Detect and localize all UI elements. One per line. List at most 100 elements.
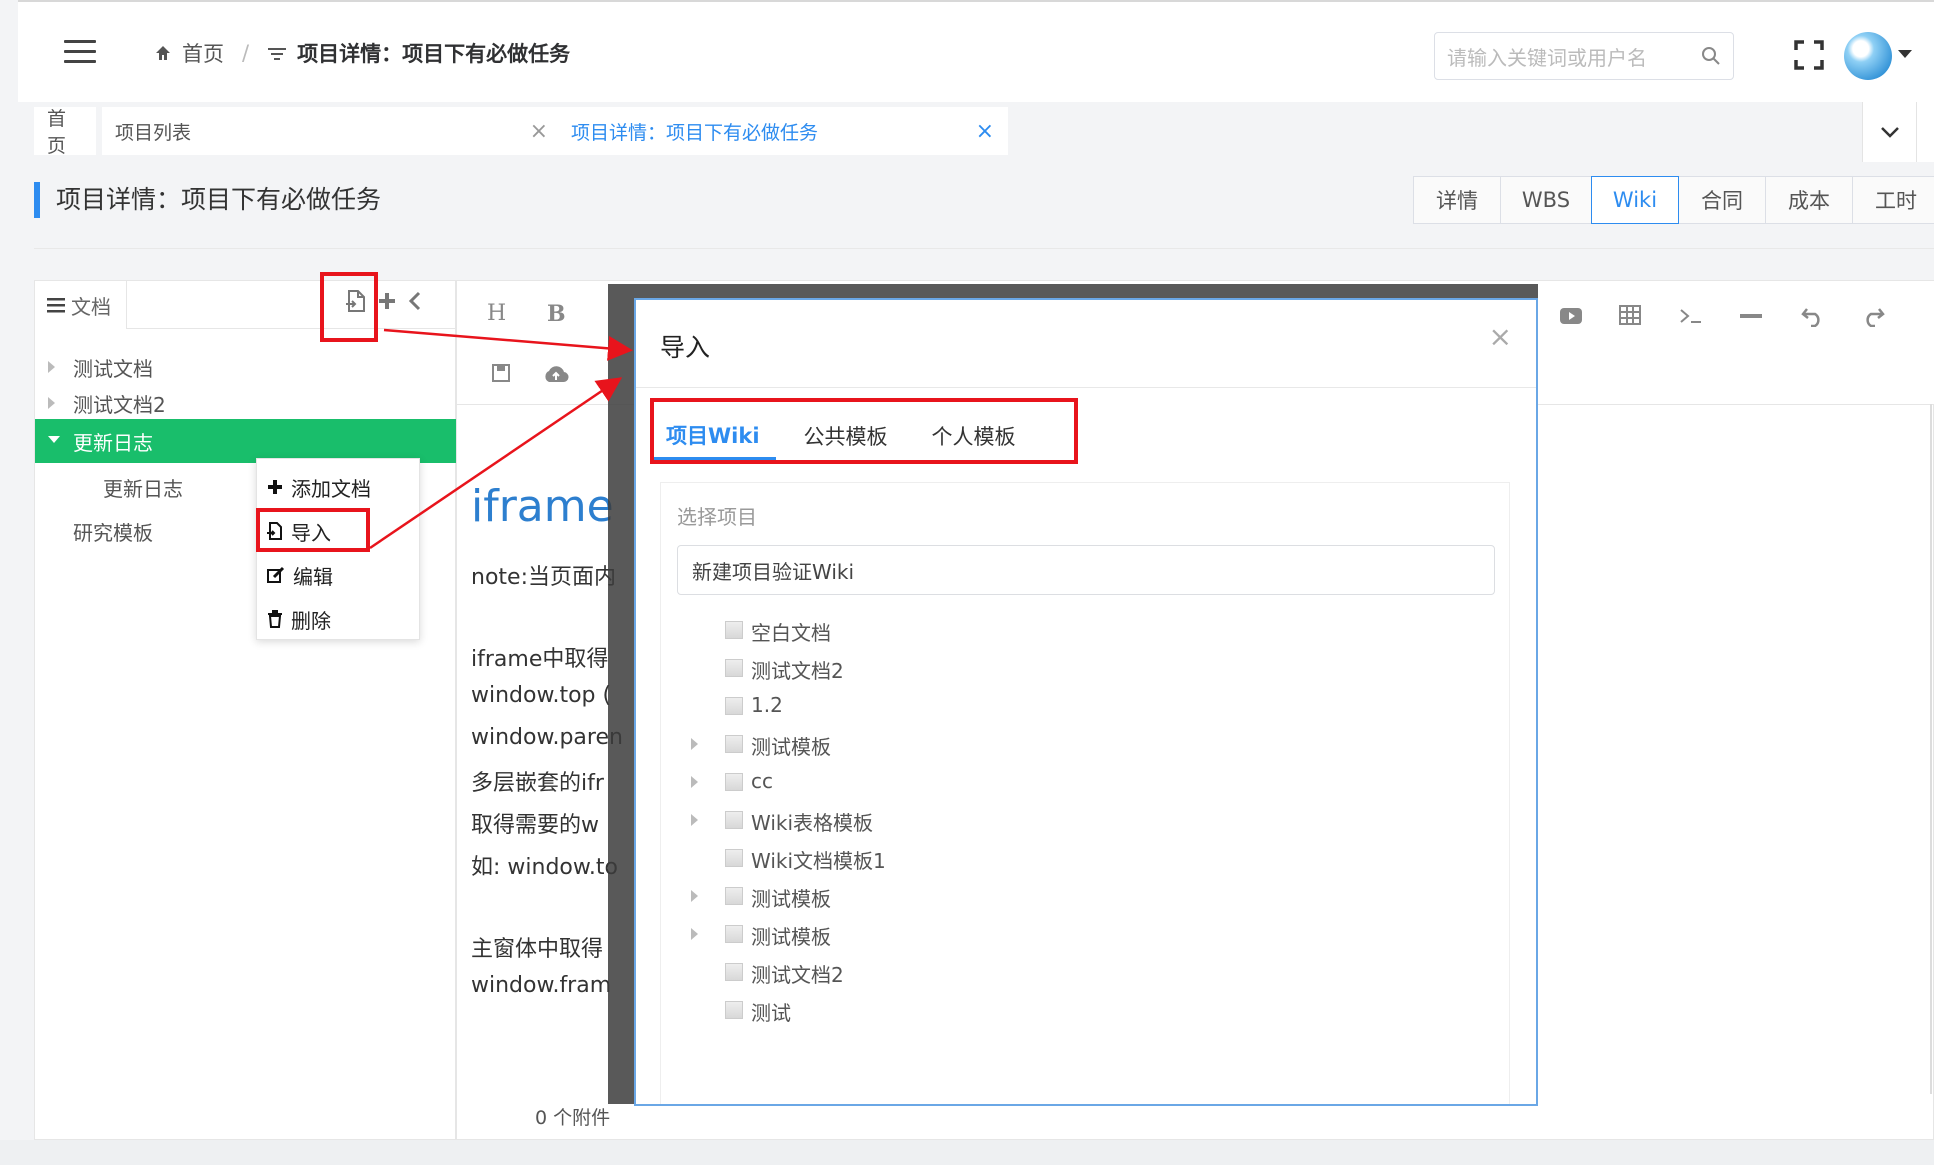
checkbox[interactable] xyxy=(725,773,743,791)
project-tabs: 详情 WBS Wiki 合同 成本 工时 xyxy=(1413,176,1934,224)
content-line: 主窗体中取得 xyxy=(471,937,604,962)
caret-right-icon[interactable] xyxy=(691,928,698,940)
caret-right-icon[interactable] xyxy=(691,738,698,750)
list-icon xyxy=(47,298,65,313)
save-icon[interactable] xyxy=(491,363,511,383)
top-header: 首页 / 项目详情：项目下有必做任务 请输入关键词或用户名 xyxy=(18,0,1934,102)
doc-tree-label: 更新日志 xyxy=(103,476,183,501)
home-icon xyxy=(156,46,170,60)
scrollbar-track[interactable] xyxy=(1930,404,1932,1094)
tree-label: 1.2 xyxy=(751,693,783,717)
content-line: note:当页面内 xyxy=(471,565,616,590)
menu-item-label: 删除 xyxy=(291,608,331,633)
checkbox[interactable] xyxy=(725,849,743,867)
caret-right-icon[interactable] xyxy=(691,814,698,826)
video-icon[interactable] xyxy=(1559,307,1583,325)
tags-more-button[interactable] xyxy=(1862,102,1916,162)
content-heading: iframe xyxy=(471,481,614,532)
attachments-count[interactable]: 0 个附件 xyxy=(535,1103,610,1130)
close-icon[interactable]: × xyxy=(976,119,994,144)
tab-wbs[interactable]: WBS xyxy=(1500,176,1592,224)
tree-label: 测试 xyxy=(751,1001,791,1025)
menu-item-edit[interactable]: 编辑 xyxy=(267,555,333,595)
tree-label: 测试文档2 xyxy=(751,963,844,987)
edit-icon xyxy=(267,566,285,583)
checkbox[interactable] xyxy=(725,697,743,715)
doc-tab[interactable]: 文档 xyxy=(35,281,127,329)
menu-item-delete[interactable]: 删除 xyxy=(267,599,331,639)
tab-cost[interactable]: 成本 xyxy=(1765,176,1853,224)
tree-label: Wiki表格模板 xyxy=(751,811,874,835)
trash-icon xyxy=(268,610,282,628)
fullscreen-icon[interactable] xyxy=(1794,40,1824,70)
breadcrumb-home[interactable]: 首页 xyxy=(182,38,224,68)
tags-settings-button[interactable] xyxy=(1916,102,1934,162)
content-line: 如: window.to xyxy=(471,855,618,880)
search-input[interactable]: 请输入关键词或用户名 xyxy=(1434,32,1734,80)
caret-right-icon[interactable] xyxy=(691,890,698,902)
tree-label: 测试文档2 xyxy=(751,659,844,683)
annotation-box-import-menu xyxy=(256,508,370,552)
tab-wiki[interactable]: Wiki xyxy=(1591,176,1679,224)
annotation-box-import-icon xyxy=(320,272,378,342)
close-icon[interactable]: × xyxy=(1489,320,1512,353)
menu-toggle-icon[interactable] xyxy=(64,40,96,64)
add-icon[interactable] xyxy=(377,291,397,311)
checkbox[interactable] xyxy=(725,963,743,981)
search-placeholder: 请输入关键词或用户名 xyxy=(1447,45,1647,70)
tree-label: 测试模板 xyxy=(751,925,831,949)
doc-tree-label: 测试文档2 xyxy=(73,392,166,417)
heading-icon[interactable]: H xyxy=(487,301,506,326)
tab-details[interactable]: 详情 xyxy=(1413,176,1501,224)
project-select[interactable]: 新建项目验证Wiki xyxy=(677,545,1495,595)
plus-icon xyxy=(268,480,282,494)
checkbox[interactable] xyxy=(725,735,743,753)
doc-tab-label: 文档 xyxy=(71,294,111,319)
search-icon[interactable] xyxy=(1701,46,1721,66)
tag-project-list[interactable]: 项目列表 × xyxy=(102,107,562,155)
content-line: window.top ( xyxy=(471,683,612,708)
terminal-icon[interactable] xyxy=(1679,307,1703,325)
page-footer xyxy=(0,1140,1934,1165)
collapse-left-icon[interactable] xyxy=(407,291,423,311)
annotation-box-modal-tabs xyxy=(650,398,1078,464)
checkbox[interactable] xyxy=(725,621,743,639)
checkbox[interactable] xyxy=(725,887,743,905)
caret-down-icon[interactable] xyxy=(48,436,60,443)
content-line: 多层嵌套的ifr xyxy=(471,771,604,796)
caret-right-icon[interactable] xyxy=(691,776,698,788)
undo-icon[interactable] xyxy=(1801,305,1825,327)
redo-icon[interactable] xyxy=(1861,305,1885,327)
tree-label: 测试模板 xyxy=(751,735,831,759)
filter-icon xyxy=(268,48,287,60)
caret-right-icon[interactable] xyxy=(48,361,55,373)
horizontal-rule-icon[interactable] xyxy=(1739,313,1763,319)
tag-project-detail[interactable]: 项目详情：项目下有必做任务 × xyxy=(558,107,1008,155)
tree-label: 测试模板 xyxy=(751,887,831,911)
select-label: 选择项目 xyxy=(677,505,757,529)
avatar[interactable] xyxy=(1844,32,1892,80)
doc-panel: 文档 测试文档 测试文档2 更新日志 更新日志 研究模板 xyxy=(34,280,457,1140)
cloud-upload-icon[interactable] xyxy=(543,365,569,383)
content-line: window.fram xyxy=(471,973,612,998)
chevron-down-icon[interactable] xyxy=(1898,50,1912,58)
doc-tree-label: 研究模板 xyxy=(73,520,153,545)
bold-icon[interactable]: B xyxy=(547,301,566,327)
doc-tree-item-selected[interactable]: 更新日志 xyxy=(35,419,457,463)
tag-home[interactable]: 首页 xyxy=(34,107,96,157)
table-icon[interactable] xyxy=(1619,305,1641,325)
checkbox[interactable] xyxy=(725,1001,743,1019)
tab-contract[interactable]: 合同 xyxy=(1678,176,1766,224)
checkbox[interactable] xyxy=(725,811,743,829)
divider xyxy=(34,248,1934,249)
checkbox[interactable] xyxy=(725,659,743,677)
content-line: 取得需要的w xyxy=(471,813,599,838)
content-line: window.paren xyxy=(471,725,623,750)
close-icon[interactable]: × xyxy=(530,119,548,144)
caret-right-icon[interactable] xyxy=(48,397,55,409)
menu-item-add-doc[interactable]: 添加文档 xyxy=(267,467,371,507)
breadcrumb: 首页 / 项目详情：项目下有必做任务 xyxy=(154,38,570,68)
checkbox[interactable] xyxy=(725,925,743,943)
modal-title: 导入 xyxy=(660,333,711,362)
tab-worktime[interactable]: 工时 xyxy=(1852,176,1934,224)
